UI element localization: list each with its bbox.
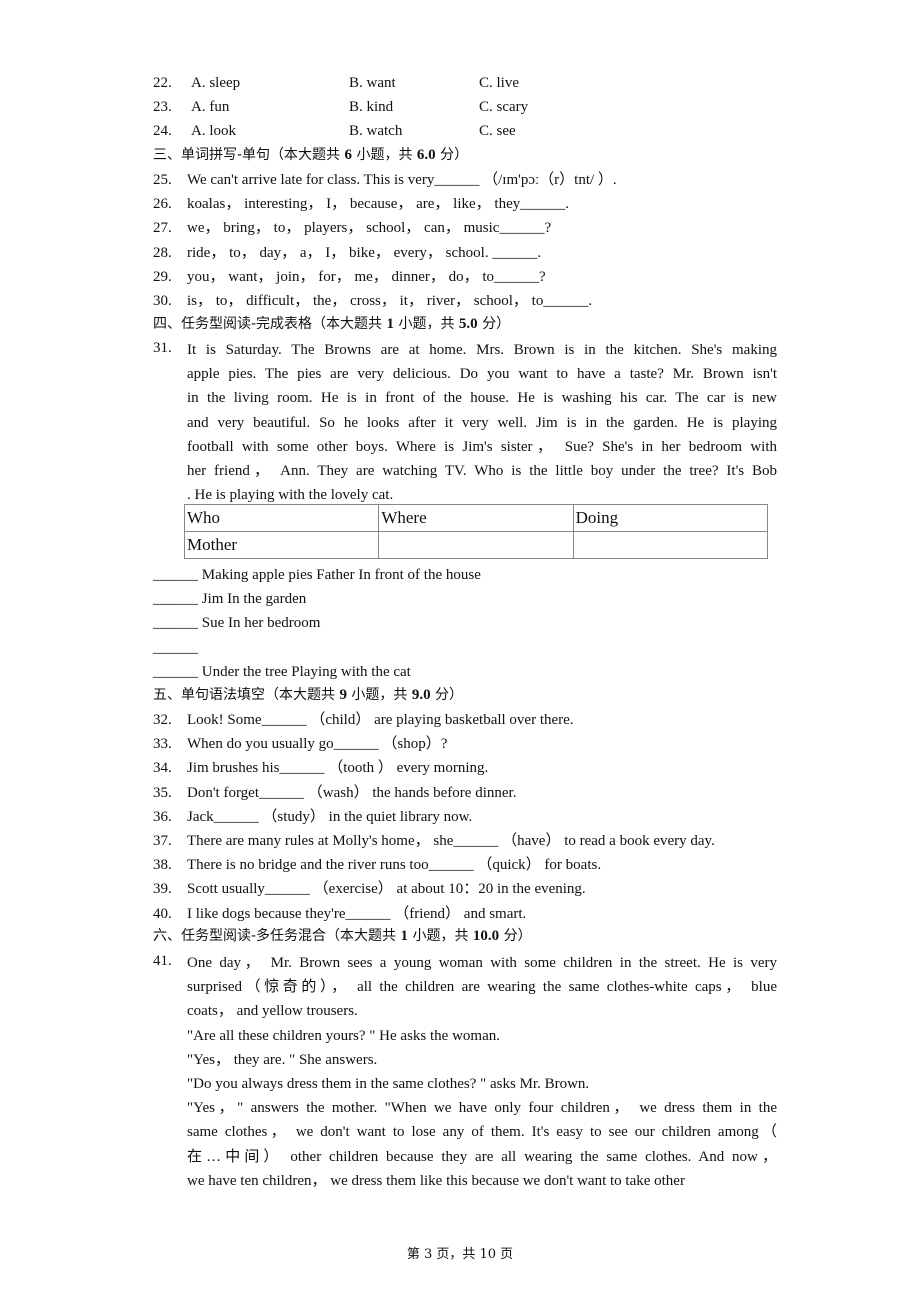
question-text[interactable]: When do you usually go______ （shop）? (187, 734, 447, 754)
question-number: 28. (153, 244, 172, 261)
table-cell[interactable] (378, 531, 574, 559)
option-c: C. scary (479, 99, 529, 115)
section-title-prefix: 三、单词拼写-单句（本大题共 (153, 147, 345, 163)
answer-table: Who Where Doing Mother (183, 504, 769, 559)
question-text[interactable]: Jack______ （study） in the quiet library … (187, 807, 472, 827)
fill-line[interactable]: ______ Under the tree Playing with the c… (153, 662, 411, 682)
question-text[interactable]: is， to， difficult， the， cross， it， river… (187, 291, 592, 311)
option-b: B. want (349, 75, 396, 91)
question-number: 35. (153, 784, 172, 801)
passage-line: and very beautiful. So he looks after it… (187, 414, 777, 431)
section-score: 5.0 (458, 316, 478, 332)
table-header-cell: Who (183, 504, 380, 532)
passage-line: "Do you always dress them in the same cl… (187, 1076, 590, 1092)
question-text[interactable]: ride， to， day， a， I， bike， every， school… (187, 243, 541, 263)
section-title-suffix: 分） (435, 147, 469, 163)
section-count: 1 (386, 316, 395, 332)
section-title-prefix: 六、任务型阅读-多任务混合（本大题共 (153, 928, 401, 944)
question-number: 39. (153, 881, 172, 898)
question-number: 30. (153, 293, 172, 309)
passage-line: football with some other boys. Where is … (187, 438, 777, 455)
question-number: 26. (153, 196, 172, 213)
passage-line: It is Saturday. The Browns are at home. … (187, 342, 777, 358)
question-number: 38. (153, 857, 172, 874)
question-number: 25. (153, 172, 172, 188)
question-number: 32. (153, 712, 172, 728)
section-score: 10.0 (472, 928, 500, 944)
question-number: 27. (153, 220, 172, 237)
question-number: 37. (153, 833, 172, 849)
question-text[interactable]: I like dogs because they're______ （frien… (187, 904, 526, 924)
question-text[interactable]: Jim brushes his______ （tooth ） every mor… (187, 758, 488, 778)
section-title-suffix: 分） (499, 928, 532, 944)
question-text[interactable]: There are many rules at Molly's home， sh… (187, 831, 715, 851)
section-title-mid: 小题，共 (394, 316, 459, 332)
question-number: 24. (153, 123, 172, 139)
question-number: 41. (153, 953, 172, 969)
option-a: A. sleep (191, 75, 241, 91)
question-text[interactable]: we， bring， to， players， school， can， mus… (187, 218, 551, 238)
table-row: Mother (183, 531, 769, 559)
passage-line: same clothes， we don't want to lose any … (187, 1124, 777, 1141)
question-number: 22. (153, 75, 172, 91)
option-c: C. live (479, 75, 519, 91)
section-title-prefix: 五、单句语法填空（本大题共 (153, 687, 340, 703)
question-text[interactable]: Scott usually______ （exercise） at about … (187, 879, 586, 899)
question-number: 23. (153, 99, 172, 115)
section-score: 6.0 (416, 147, 436, 163)
table-cell[interactable] (572, 531, 769, 559)
question-text[interactable]: We can't arrive late for class. This is … (187, 170, 617, 190)
fill-line[interactable]: ______ Making apple pies Father In front… (153, 565, 481, 585)
section-title-prefix: 四、任务型阅读-完成表格（本大题共 (153, 316, 387, 332)
question-text[interactable]: There is no bridge and the river runs to… (187, 855, 601, 875)
section-title-mid: 小题，共 (346, 687, 412, 703)
section-count: 6 (344, 147, 353, 163)
section-title-mid: 小题，共 (352, 147, 417, 163)
option-a: A. fun (191, 99, 230, 115)
question-number: 34. (153, 760, 172, 777)
passage-line: 在…中间） other children because they are al… (187, 1148, 777, 1165)
section-count: 1 (400, 928, 409, 944)
option-c: C. see (479, 123, 516, 139)
section-score: 9.0 (411, 687, 431, 703)
question-number: 36. (153, 808, 172, 825)
option-b: B. watch (349, 123, 403, 139)
fill-line[interactable]: ______ Sue In her bedroom (153, 613, 320, 633)
question-number: 29. (153, 268, 172, 285)
option-b: B. kind (349, 99, 394, 115)
page-footer: 第 3 页，共 10 页 (406, 1247, 514, 1262)
passage-line: we have ten children， we dress them like… (187, 1172, 685, 1189)
question-text[interactable]: koalas， interesting， I， because， are， li… (187, 194, 569, 214)
passage-line: "Are all these children yours? " He asks… (187, 1027, 500, 1044)
question-text[interactable]: Look! Some______ （child） are playing bas… (187, 710, 574, 730)
option-a: A. look (191, 123, 236, 139)
passage-line: "Yes，" answers the mother. "When we have… (187, 1100, 777, 1117)
question-number: 31. (153, 340, 172, 356)
passage-line: in the living room. He is in front of th… (187, 390, 777, 407)
question-text[interactable]: Don't forget______ （wash） the hands befo… (187, 783, 516, 803)
passage-line: "Yes， they are. " She answers. (187, 1051, 378, 1068)
section-title-mid: 小题，共 (408, 928, 473, 944)
table-header-row: Who Where Doing (183, 504, 769, 532)
fill-line[interactable]: ______ Jim In the garden (153, 589, 306, 609)
passage-line: her friend， Ann. They are watching TV. W… (187, 463, 777, 479)
table-header-cell: Doing (572, 504, 769, 532)
section-count: 9 (339, 687, 347, 703)
passage-line: coats， and yellow trousers. (187, 1003, 358, 1020)
section-title-suffix: 分） (477, 316, 511, 332)
passage-line: apple pies. The pies are very delicious.… (187, 366, 777, 383)
passage-line: surprised（惊奇的）， all the children are wea… (187, 979, 777, 996)
question-text[interactable]: you， want， join， for， me， dinner， do， to… (187, 267, 546, 287)
table-cell: Mother (183, 531, 380, 559)
table-header-cell: Where (378, 504, 574, 532)
passage-line: One day， Mr. Brown sees a young woman wi… (187, 955, 777, 971)
question-number: 40. (153, 905, 172, 922)
fill-line[interactable]: ______ (153, 638, 198, 658)
question-number: 33. (153, 736, 172, 753)
section-title-suffix: 分） (430, 687, 464, 703)
